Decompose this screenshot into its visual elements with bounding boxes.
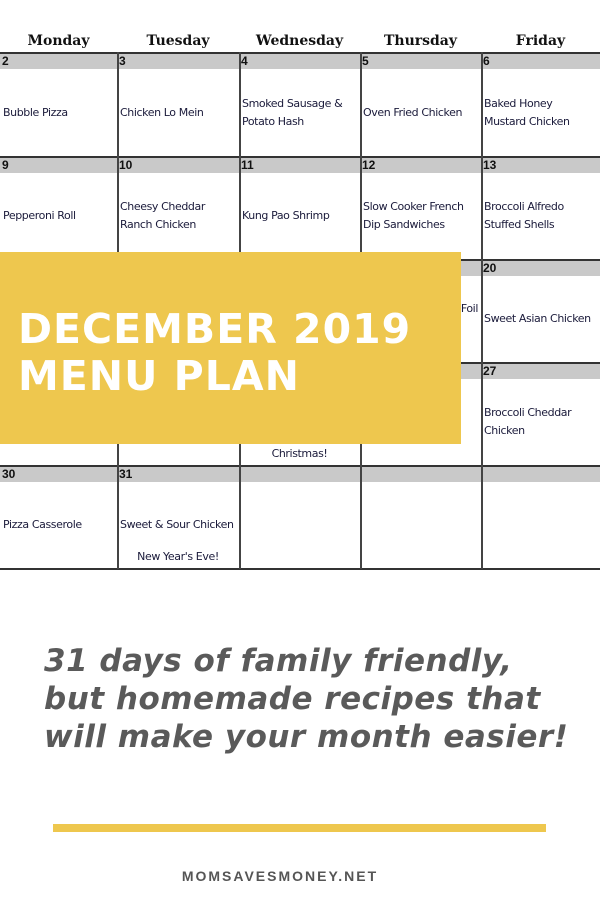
date-number: 4 [241,54,248,68]
day-header-monday: Monday [27,33,90,49]
date-number: 20 [483,261,497,275]
day-header-thursday: Thursday [383,33,458,49]
meal-name: Kung Pao Shrimp [242,173,357,259]
accent-bar [53,824,546,832]
meal-text: Sweet & Sour Chicken [120,518,234,531]
meal-text: Broccoli Alfredo Stuffed Shells [484,200,564,231]
banner-title: DECEMBER 2019 MENU PLAN [18,306,411,400]
date-number: 10 [119,158,133,172]
date-number: 27 [483,364,497,378]
meal-name: Broccoli Cheddar Chicken [484,379,597,465]
day-note: New Year's Eve! [137,550,219,563]
date-number: 31 [119,467,133,481]
date-number: 13 [483,158,497,172]
date-number: 3 [119,54,126,68]
title-line-1: DECEMBER 2019 [18,305,412,353]
date-number: 2 [2,54,9,68]
meal-text: Bubble Pizza [3,105,68,119]
meal-name: Oven Fried Chicken [363,69,478,156]
meal-name: Chicken Lo Mein [120,69,236,156]
meal-text: Pepperoni Roll [3,209,76,222]
meal-text: Cheesy Cheddar Ranch Chicken [120,200,205,231]
site-name: MOMSAVESMONEY.NET [181,868,379,884]
date-number: 6 [483,54,490,68]
grid-line [0,52,600,54]
grid-line [0,156,600,158]
date-band [0,466,600,482]
meal-name: Smoked Sausage & Potato Hash [242,69,357,156]
meal-text: Broccoli Cheddar Chicken [484,406,572,437]
meal-text: Chicken Lo Mein [120,105,204,119]
meal-text: Slow Cooker French Dip Sandwiches [363,200,464,231]
meal-name: Sweet Asian Chicken [484,276,597,362]
meal-text: Smoked Sausage & Potato Hash [242,96,343,128]
date-number: 12 [362,158,376,172]
date-band [0,53,600,69]
meal-text: Kung Pao Shrimp [242,209,330,222]
meal-text: Baked Honey Mustard Chicken [484,96,570,128]
title-line-2: MENU PLAN [18,352,300,400]
tagline: 31 days of family friendly, but homemade… [44,643,569,755]
grid-line [0,465,600,467]
meal-name: Pepperoni Roll [3,173,114,259]
day-header-tuesday: Tuesday [146,33,210,49]
meal-text: Sweet Asian Chicken [484,312,591,325]
date-band [0,157,600,173]
meal-text: Pizza Casserole [3,518,82,531]
meal-name: Cheesy Cheddar Ranch Chicken [120,173,236,259]
grid-line [0,568,600,570]
day-header-wednesday: Wednesday [255,33,344,49]
meal-text: Foil [460,302,479,315]
title-banner: DECEMBER 2019 MENU PLAN [0,252,461,444]
date-number: 5 [362,54,369,68]
meal-name: Baked Honey Mustard Chicken [484,69,597,156]
meal-name: Slow Cooker French Dip Sandwiches [363,173,478,259]
meal-name: Broccoli Alfredo Stuffed Shells [484,173,597,259]
date-number: 11 [241,158,254,172]
date-number: 9 [2,158,9,172]
meal-name: Pizza Casserole [3,482,114,568]
meal-text: Oven Fried Chicken [363,105,463,119]
day-header-friday: Friday [515,33,566,49]
grid-line [481,52,483,569]
day-note: Christmas! [271,447,328,460]
meal-name: Bubble Pizza [3,69,114,156]
date-number: 30 [2,467,16,481]
